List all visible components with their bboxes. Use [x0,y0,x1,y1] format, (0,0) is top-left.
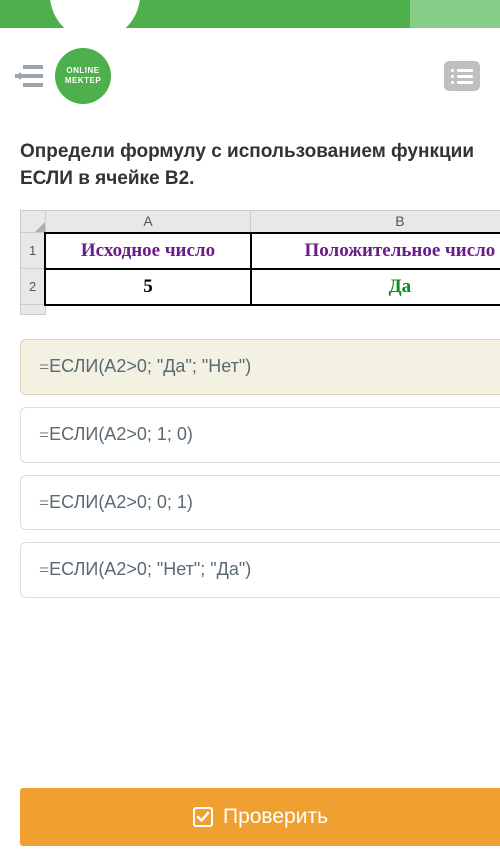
col-header-a: A [45,211,251,233]
option-text: ЕСЛИ(A2>0; "Нет"; "Да") [49,559,251,579]
empty-cell [45,305,251,315]
col-header-b: B [251,211,500,233]
cell-b2: Да [251,269,500,305]
list-button[interactable] [444,61,480,91]
answer-option-3[interactable]: =ЕСЛИ(A2>0; 0; 1) [20,475,500,531]
option-text: ЕСЛИ(A2>0; 0; 1) [49,492,193,512]
select-all-corner [21,211,46,233]
header: ONLINE MEKTEP [0,28,500,114]
equals-sign: = [39,425,49,445]
menu-icon[interactable] [15,65,43,87]
logo-text-1: ONLINE [66,66,99,76]
top-bar [0,0,500,28]
row-header-empty [21,305,46,315]
logo-text-2: MEKTEP [65,76,101,86]
option-text: ЕСЛИ(A2>0; "Да"; "Нет") [49,356,251,376]
list-icon [451,75,473,78]
question-text: Определи формулу с использованием функци… [20,139,480,192]
answer-options: =ЕСЛИ(A2>0; "Да"; "Нет")=ЕСЛИ(A2>0; 1; 0… [20,339,480,598]
list-icon [451,81,473,84]
row-header-2: 2 [21,269,46,305]
cell-b1: Положительное число [251,233,500,269]
answer-option-4[interactable]: =ЕСЛИ(A2>0; "Нет"; "Да") [20,542,500,598]
empty-cell [251,305,500,315]
check-button-label: Проверить [223,805,328,829]
row-header-1: 1 [21,233,46,269]
logo[interactable]: ONLINE MEKTEP [55,48,111,104]
excel-table: A B 1 Исходное число Положительное число… [20,210,500,315]
list-icon [451,69,473,72]
check-button[interactable]: Проверить [20,788,500,846]
answer-option-2[interactable]: =ЕСЛИ(A2>0; 1; 0) [20,407,500,463]
option-text: ЕСЛИ(A2>0; 1; 0) [49,424,193,444]
cell-a1: Исходное число [45,233,251,269]
cell-a2: 5 [45,269,251,305]
content: Определи формулу с использованием функци… [0,114,500,598]
equals-sign: = [39,492,49,512]
equals-sign: = [39,560,49,580]
equals-sign: = [39,357,49,377]
top-right-block [410,0,500,28]
check-icon [193,807,213,827]
answer-option-1[interactable]: =ЕСЛИ(A2>0; "Да"; "Нет") [20,339,500,395]
